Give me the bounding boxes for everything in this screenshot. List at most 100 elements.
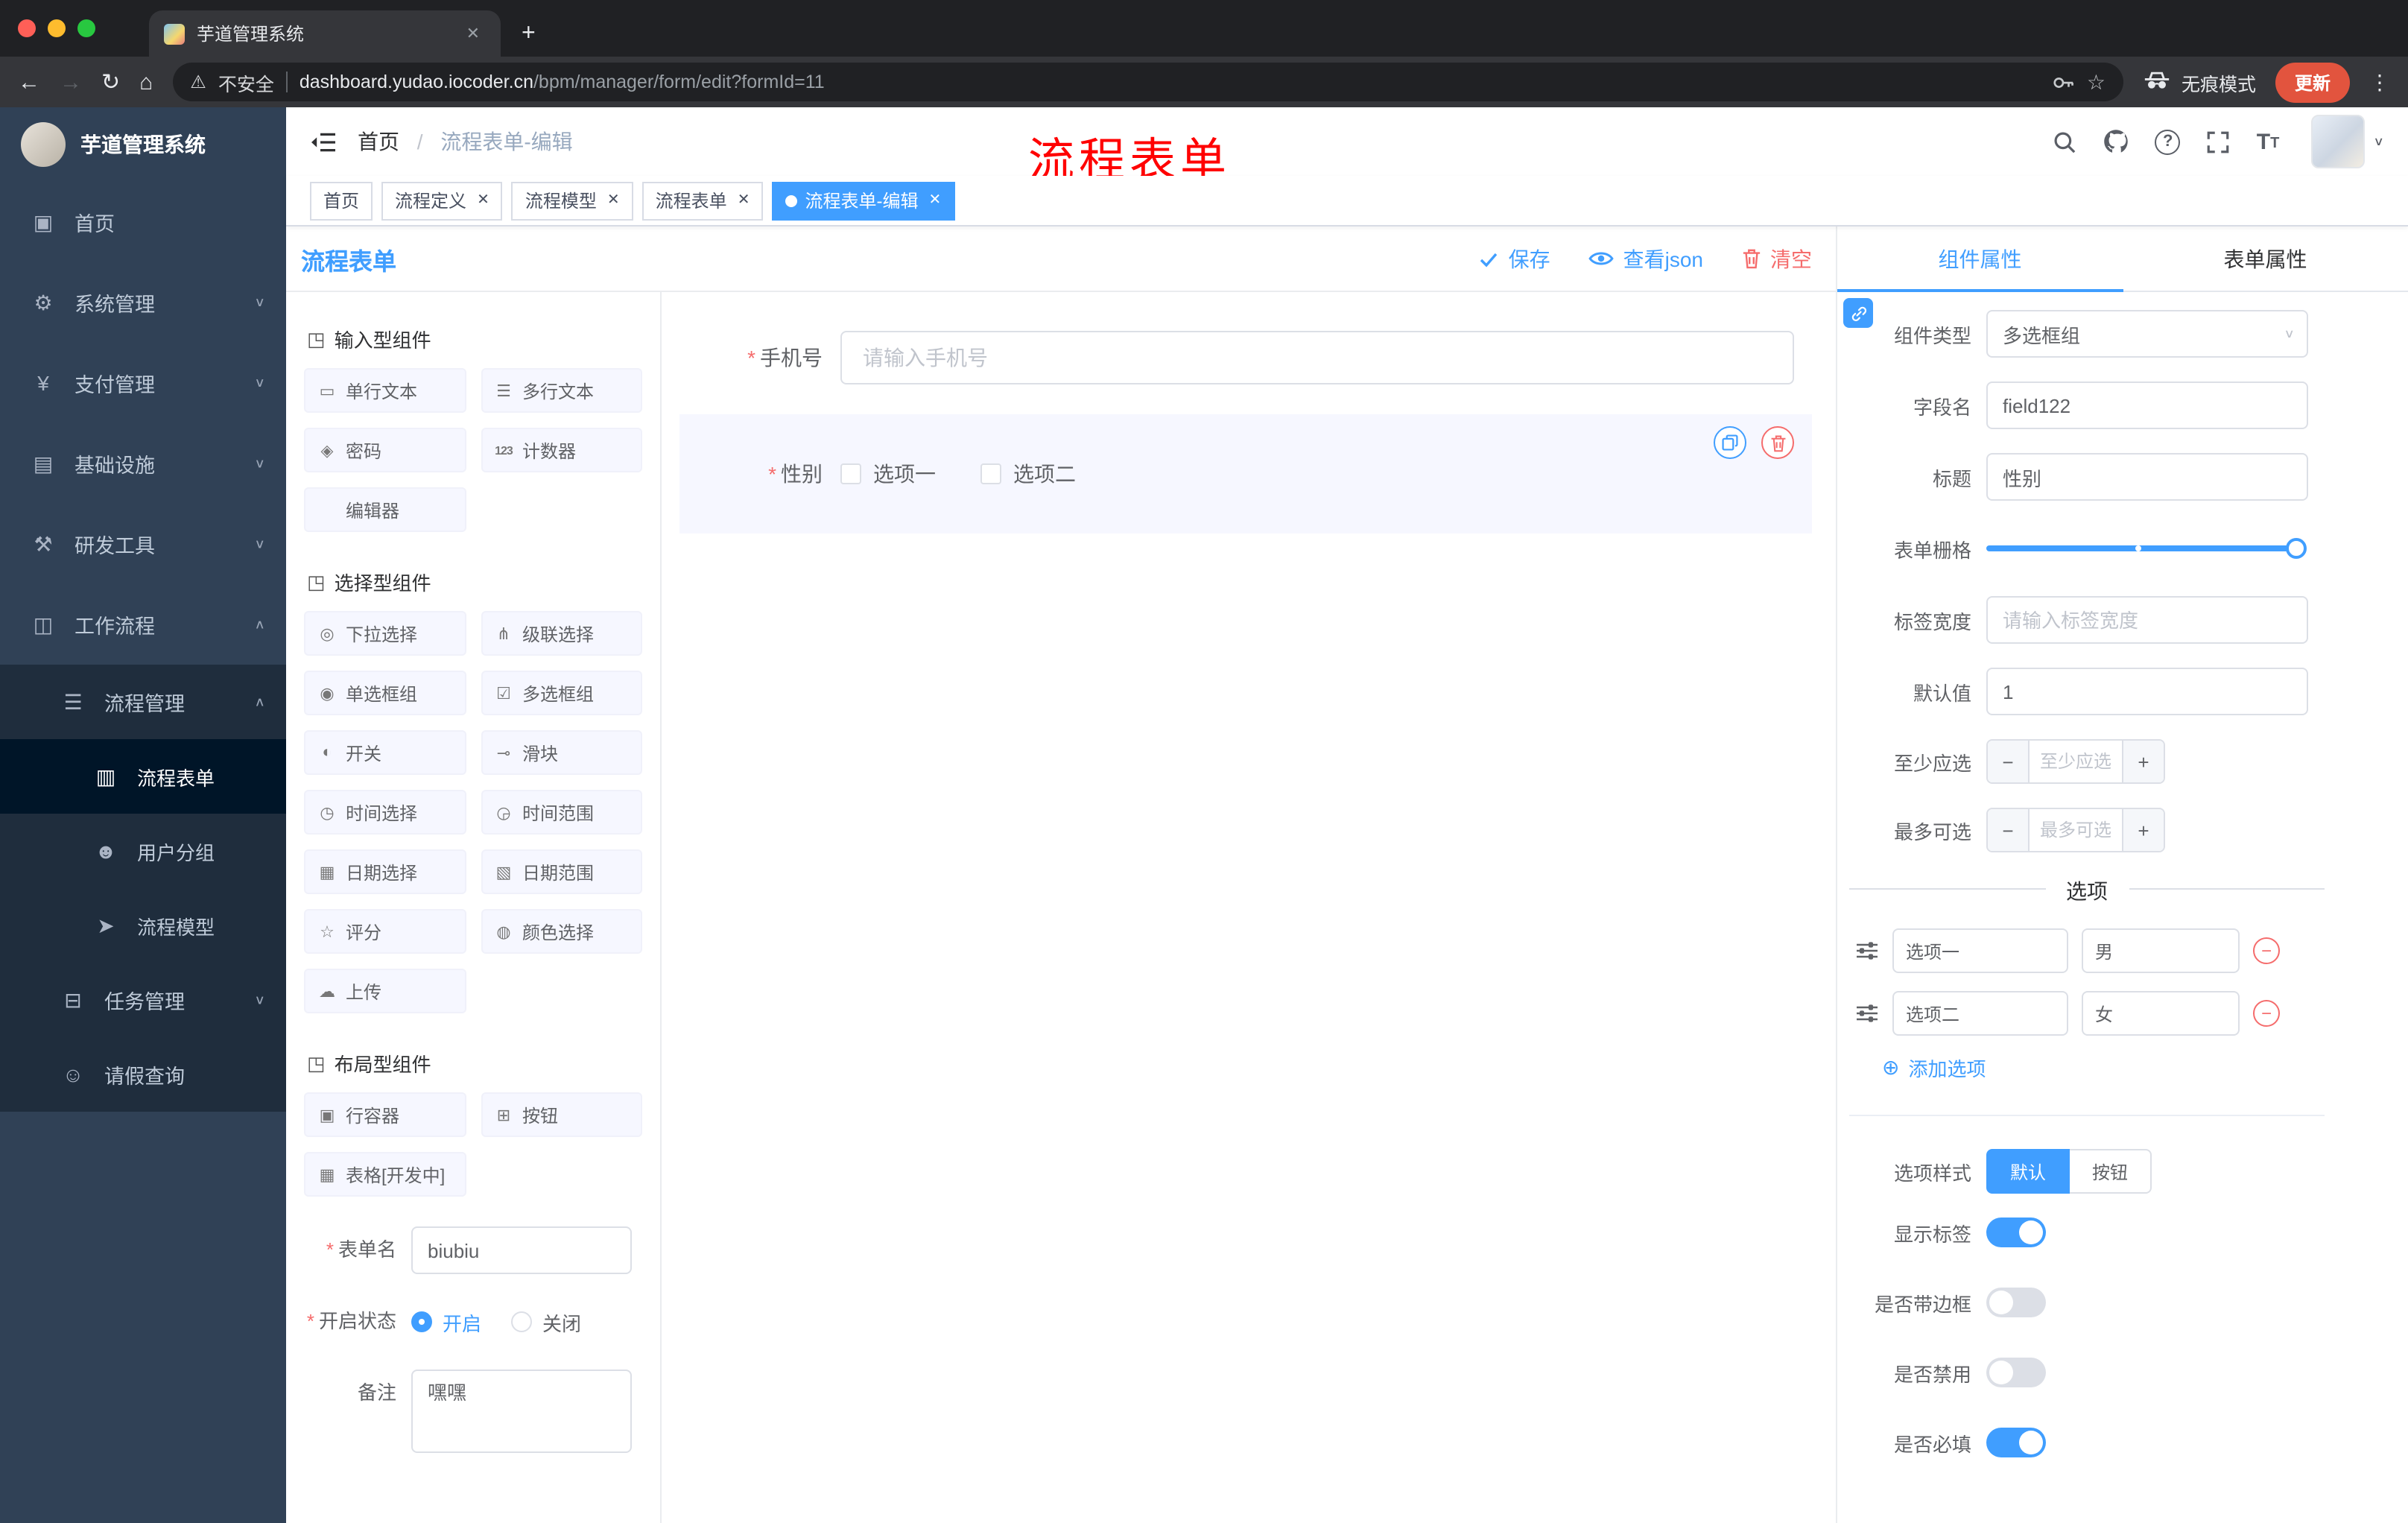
component-item[interactable]: ⊞ 按钮 [481, 1092, 642, 1137]
home-icon[interactable]: ⌂ [139, 71, 153, 93]
update-button[interactable]: 更新 [2275, 62, 2350, 102]
phone-input[interactable] [840, 331, 1794, 384]
slider-handle[interactable] [2286, 538, 2307, 559]
sidebar-item-process-management[interactable]: ☰ 流程管理 ∧ [0, 665, 286, 739]
user-menu[interactable]: ∨ [2310, 115, 2384, 168]
phone-field-row[interactable]: * 手机号 [679, 316, 1812, 399]
gender-field-row[interactable]: * 性别 选项一 选项二 [679, 414, 1812, 533]
decrease-button[interactable]: − [1988, 809, 2030, 851]
sidebar-item-leave-query[interactable]: ☺ 请假查询 [0, 1037, 286, 1112]
sidebar-item-infrastructure[interactable]: ▤ 基础设施 ∨ [0, 423, 286, 504]
component-item[interactable]: ▧ 日期范围 [481, 849, 642, 894]
drag-handle-icon[interactable] [1855, 940, 1879, 961]
add-option-button[interactable]: ⊕ 添加选项 [1882, 1054, 2408, 1082]
component-item[interactable]: ◶ 时间范围 [481, 790, 642, 835]
tag-process-form[interactable]: 流程表单 ✕ [641, 181, 764, 220]
disabled-switch[interactable] [1986, 1358, 2046, 1387]
help-icon[interactable]: ? [2155, 129, 2181, 154]
search-icon[interactable] [2053, 129, 2078, 154]
component-item[interactable]: ▦ 表格[开发中] [304, 1152, 466, 1197]
sidebar-item-user-group[interactable]: ☻ 用户分组 [0, 814, 286, 888]
tab-component-props[interactable]: 组件属性 [1837, 227, 2123, 292]
border-switch[interactable] [1986, 1288, 2046, 1317]
increase-button[interactable]: + [2122, 809, 2164, 851]
component-item[interactable]: ▭ 单行文本 [304, 368, 466, 413]
new-tab-button[interactable]: + [522, 21, 536, 48]
forward-icon[interactable]: → [60, 71, 82, 93]
style-button-button[interactable]: 按钮 [2070, 1149, 2152, 1194]
bookmark-star-icon[interactable]: ☆ [2087, 69, 2106, 95]
option-label-input[interactable] [1892, 928, 2068, 973]
component-item[interactable]: ☰ 多行文本 [481, 368, 642, 413]
style-default-button[interactable]: 默认 [1986, 1149, 2070, 1194]
remove-option-button[interactable]: − [2253, 937, 2280, 964]
status-off-radio[interactable]: 关闭 [511, 1308, 581, 1336]
component-item[interactable]: 编辑器 [304, 487, 466, 532]
copy-field-button[interactable] [1714, 426, 1746, 459]
component-item[interactable]: ⊸ 滑块 [481, 730, 642, 775]
sidebar-item-process-model[interactable]: ➤ 流程模型 [0, 888, 286, 963]
component-item[interactable]: ◉ 单选框组 [304, 671, 466, 715]
increase-button[interactable]: + [2122, 741, 2164, 782]
component-item[interactable]: ☁ 上传 [304, 969, 466, 1013]
close-icon[interactable]: ✕ [607, 192, 620, 209]
component-item[interactable]: ◍ 颜色选择 [481, 909, 642, 954]
title-input[interactable] [1986, 453, 2308, 501]
sidebar-toggle-icon[interactable] [310, 130, 337, 153]
field-name-input[interactable] [1986, 381, 2308, 429]
sidebar-item-dev-tools[interactable]: ⚒ 研发工具 ∨ [0, 504, 286, 584]
status-on-radio[interactable]: 开启 [411, 1308, 481, 1336]
remove-option-button[interactable]: − [2253, 1000, 2280, 1027]
sidebar-item-payment-management[interactable]: ¥ 支付管理 ∨ [0, 343, 286, 423]
gender-option2-checkbox[interactable]: 选项二 [980, 459, 1076, 489]
sidebar-item-workflow[interactable]: ◫ 工作流程 ∧ [0, 584, 286, 665]
close-icon[interactable]: ✕ [738, 192, 750, 209]
tab-form-props[interactable]: 表单属性 [2123, 227, 2408, 291]
tag-process-model[interactable]: 流程模型 ✕ [511, 181, 633, 220]
fullscreen-icon[interactable] [2206, 129, 2231, 154]
close-icon[interactable]: ✕ [477, 192, 489, 209]
default-value-input[interactable] [1986, 668, 2308, 715]
security-label[interactable]: 不安全 [218, 68, 274, 96]
browser-menu-icon[interactable]: ⋮ [2369, 69, 2390, 95]
tag-home[interactable]: 首页 [310, 181, 373, 220]
component-item[interactable]: ⋔ 级联选择 [481, 611, 642, 656]
link-icon[interactable] [1843, 298, 1873, 328]
option-label-input[interactable] [1892, 991, 2068, 1036]
component-item[interactable]: 123 计数器 [481, 428, 642, 472]
tag-process-form-edit[interactable]: 流程表单-编辑 ✕ [772, 181, 955, 220]
tag-process-definition[interactable]: 流程定义 ✕ [381, 181, 503, 220]
component-item[interactable]: ◈ 密码 [304, 428, 466, 472]
maximize-window-button[interactable] [77, 19, 95, 37]
decrease-button[interactable]: − [1988, 741, 2030, 782]
component-item[interactable]: ☆ 评分 [304, 909, 466, 954]
sidebar-item-task-management[interactable]: ⊟ 任务管理 ∨ [0, 963, 286, 1037]
reload-icon[interactable]: ↻ [101, 71, 120, 93]
browser-tab[interactable]: 芋道管理系统 ✕ [149, 10, 501, 57]
delete-field-button[interactable] [1761, 426, 1794, 459]
component-item[interactable]: ◐ 开关 [304, 730, 466, 775]
component-item[interactable]: ▦ 日期选择 [304, 849, 466, 894]
font-size-icon[interactable]: TT [2257, 130, 2280, 153]
tab-close-icon[interactable]: ✕ [460, 21, 486, 46]
clear-button[interactable]: 清空 [1742, 244, 1812, 273]
label-width-input[interactable] [1986, 596, 2308, 644]
avatar[interactable] [2310, 115, 2365, 168]
key-icon[interactable] [2053, 71, 2075, 93]
save-button[interactable]: 保存 [1479, 244, 1550, 273]
show-label-switch[interactable] [1986, 1218, 2046, 1247]
component-item[interactable]: ☑ 多选框组 [481, 671, 642, 715]
minimize-window-button[interactable] [48, 19, 66, 37]
view-json-button[interactable]: 查看json [1588, 244, 1703, 273]
sidebar-item-system-management[interactable]: ⚙ 系统管理 ∨ [0, 262, 286, 343]
component-type-select[interactable]: 多选框组 ∨ [1986, 310, 2308, 358]
option-value-input[interactable] [2082, 991, 2240, 1036]
address-bar[interactable]: ⚠ 不安全 dashboard.yudao.iocoder.cn/bpm/man… [172, 63, 2123, 101]
remark-textarea[interactable]: 嘿嘿 [411, 1370, 632, 1453]
close-icon[interactable]: ✕ [928, 192, 941, 209]
grid-slider[interactable] [1986, 538, 2307, 559]
max-select-input[interactable] [2030, 809, 2122, 851]
form-name-input[interactable] [411, 1226, 632, 1274]
url-text[interactable]: dashboard.yudao.iocoder.cn/bpm/manager/f… [300, 72, 2041, 92]
breadcrumb-home[interactable]: 首页 [358, 130, 399, 153]
